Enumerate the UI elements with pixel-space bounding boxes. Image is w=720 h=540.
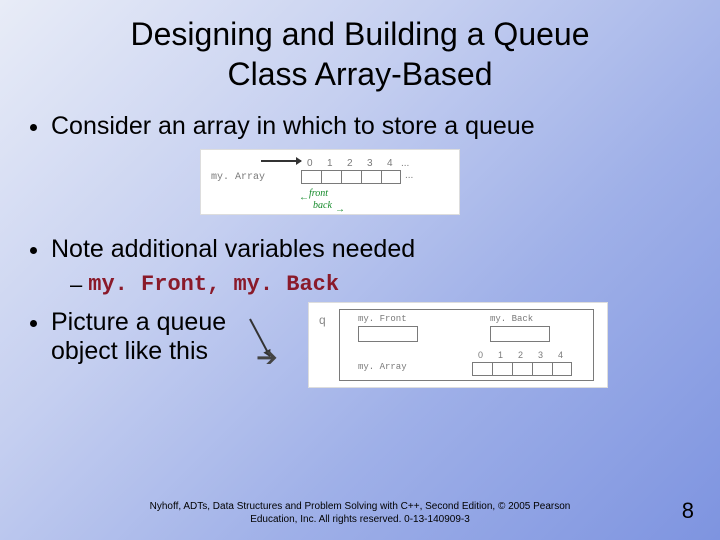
arrow-icon bbox=[261, 160, 301, 162]
bullet-dot-icon bbox=[30, 247, 37, 254]
fig2-myarray-label: my. Array bbox=[358, 362, 407, 372]
bullet-3-text: Picture a queue object like this bbox=[51, 308, 226, 366]
fig2-cells bbox=[472, 362, 572, 376]
fig2-idx-2: 2 bbox=[518, 350, 523, 360]
fig1-idx-3: 3 bbox=[367, 158, 373, 169]
bullet-3: Picture a queue object like this bbox=[30, 308, 290, 366]
array-cell bbox=[321, 170, 341, 184]
bullet-2-text: Note additional variables needed bbox=[51, 235, 415, 264]
fig1-idx-dots: ... bbox=[401, 158, 409, 169]
fig2-myfront-box bbox=[358, 326, 418, 342]
figure-queue-object: q my. Front my. Back my. Array 0 1 2 3 4 bbox=[308, 302, 608, 388]
bullet-1: Consider an array in which to store a qu… bbox=[30, 112, 690, 141]
right-arrow-icon: → bbox=[335, 204, 345, 215]
title-line-1: Designing and Building a Queue bbox=[131, 16, 590, 52]
fig2-idx-3: 3 bbox=[538, 350, 543, 360]
array-cell bbox=[552, 362, 572, 376]
array-cell bbox=[381, 170, 401, 184]
slide-title: Designing and Building a Queue Class Arr… bbox=[0, 0, 720, 94]
fig2-myback-box bbox=[490, 326, 550, 342]
fig2-idx-1: 1 bbox=[498, 350, 503, 360]
footer-line-2: Education, Inc. All rights reserved. 0-1… bbox=[250, 514, 470, 525]
page-number: 8 bbox=[682, 498, 694, 524]
fig1-trailing-dots: ... bbox=[405, 170, 413, 181]
arrow-icon: ➔ bbox=[256, 342, 278, 373]
array-cell bbox=[492, 362, 512, 376]
fig2-q-label: q bbox=[319, 313, 326, 327]
fig2-idx-0: 0 bbox=[478, 350, 483, 360]
left-arrow-icon: ← bbox=[299, 192, 309, 203]
footer-line-1: Nyhoff, ADTs, Data Structures and Proble… bbox=[150, 501, 571, 512]
array-cell bbox=[472, 362, 492, 376]
bullet-2-sub: – my. Front, my. Back bbox=[70, 272, 690, 298]
fig1-idx-4: 4 bbox=[387, 158, 393, 169]
array-cell bbox=[532, 362, 552, 376]
fig1-idx-0: 0 bbox=[307, 158, 313, 169]
title-line-2: Class Array-Based bbox=[228, 56, 493, 92]
dash-icon: – bbox=[70, 272, 82, 298]
array-cell bbox=[361, 170, 381, 184]
fig1-idx-1: 1 bbox=[327, 158, 333, 169]
figure-array: my. Array 0 1 2 3 4 ... ... ← front back… bbox=[200, 149, 460, 215]
bullet-1-text: Consider an array in which to store a qu… bbox=[51, 112, 535, 141]
array-cell bbox=[512, 362, 532, 376]
bullet-3a: Picture a queue bbox=[51, 308, 226, 336]
slide-body: Consider an array in which to store a qu… bbox=[0, 94, 720, 388]
bullet-2-sub-text: my. Front, my. Back bbox=[88, 272, 339, 297]
array-cell bbox=[301, 170, 321, 184]
bullet-dot-icon bbox=[30, 320, 37, 327]
bullet-3b: object like this bbox=[51, 337, 208, 365]
fig2-idx-4: 4 bbox=[558, 350, 563, 360]
array-cell bbox=[341, 170, 361, 184]
fig1-myarray-label: my. Array bbox=[211, 172, 265, 183]
bullet-2: Note additional variables needed bbox=[30, 235, 690, 264]
fig2-myback-label: my. Back bbox=[490, 314, 533, 324]
fig1-front-label: front bbox=[309, 188, 328, 199]
fig2-outer-box: my. Front my. Back my. Array 0 1 2 3 4 bbox=[339, 309, 594, 381]
footer-citation: Nyhoff, ADTs, Data Structures and Proble… bbox=[0, 501, 720, 526]
fig1-idx-2: 2 bbox=[347, 158, 353, 169]
bullet-dot-icon bbox=[30, 124, 37, 131]
fig2-myfront-label: my. Front bbox=[358, 314, 407, 324]
fig1-back-label: back bbox=[313, 200, 332, 211]
fig1-cells bbox=[301, 170, 401, 184]
